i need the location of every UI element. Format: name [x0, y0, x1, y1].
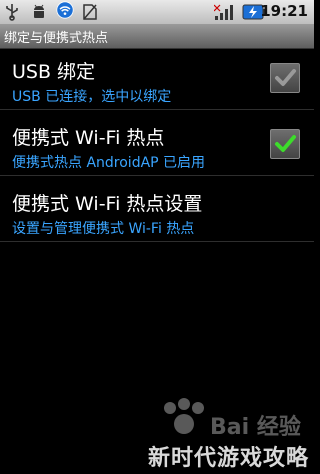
wifi-hotspot-checkbox[interactable]	[270, 129, 300, 159]
wifi-hotspot-settings-item[interactable]: 便携式 Wi-Fi 热点设置 设置与管理便携式 Wi-Fi 热点	[0, 181, 314, 242]
svg-text:Bai 经验: Bai 经验	[210, 414, 301, 440]
usb-tethering-checkbox[interactable]	[270, 63, 300, 93]
screen-title: 绑定与便携式热点	[4, 31, 109, 46]
status-bar: 19:21	[0, 0, 314, 24]
watermark-text: 新时代游戏攻略	[148, 446, 310, 471]
check-icon	[275, 69, 296, 86]
android-icon	[34, 4, 44, 18]
no-sim-icon	[83, 4, 97, 20]
wifi-hotspot-icon	[56, 1, 74, 19]
wifi-hotspot-item[interactable]: 便携式 Wi-Fi 热点 便携式热点 AndroidAP 已启用	[0, 115, 314, 176]
wifi-hotspot-settings-summary: 设置与管理便携式 Wi-Fi 热点	[12, 221, 195, 237]
status-time: 19:21	[260, 2, 308, 20]
usb-tethering-summary: USB 已连接，选中以绑定	[12, 89, 172, 105]
wifi-hotspot-summary: 便携式热点 AndroidAP 已启用	[12, 155, 206, 171]
usb-tethering-item[interactable]: USB 绑定 USB 已连接，选中以绑定	[0, 49, 314, 110]
signal-icon	[214, 4, 233, 20]
screen-title-bar: 绑定与便携式热点	[0, 24, 314, 49]
usb-tethering-title: USB 绑定	[12, 61, 96, 83]
wifi-hotspot-settings-title: 便携式 Wi-Fi 热点设置	[12, 193, 203, 215]
wifi-hotspot-title: 便携式 Wi-Fi 热点	[12, 127, 165, 149]
usb-icon	[6, 4, 18, 21]
check-icon	[275, 135, 296, 152]
